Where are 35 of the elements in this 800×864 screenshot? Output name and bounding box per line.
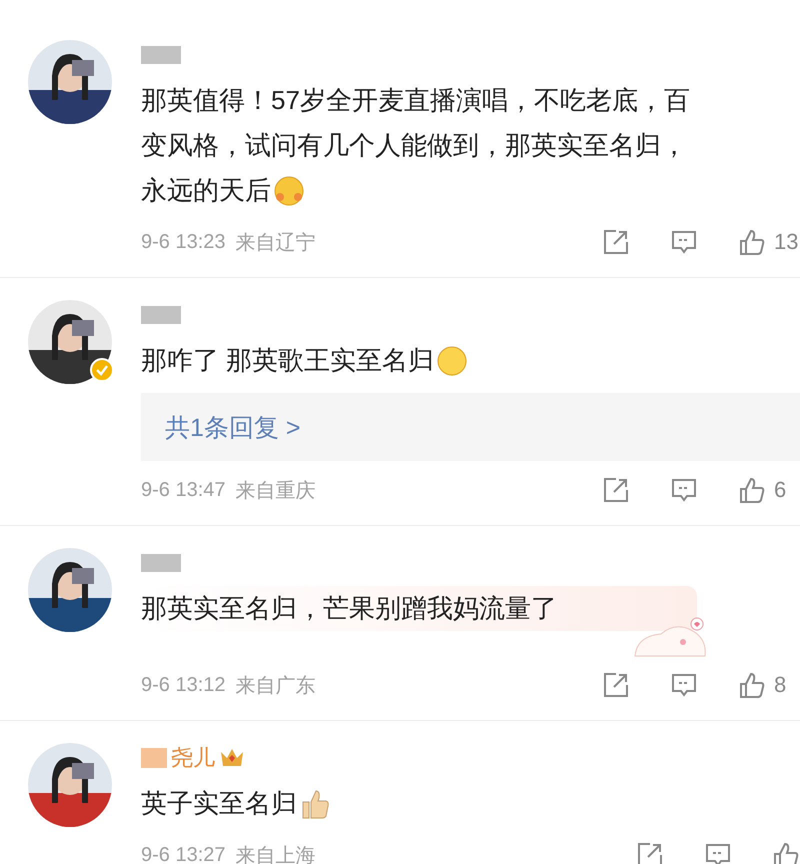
comment-time: 9-6 13:27: [141, 844, 226, 864]
comment-location: 来自辽宁: [236, 230, 316, 256]
comment-time: 9-6 13:12: [141, 674, 226, 696]
comment-icon[interactable]: [704, 841, 732, 864]
like-count: 13: [774, 229, 800, 255]
like-icon[interactable]: [772, 841, 800, 864]
comment-time: 9-6 13:47: [141, 478, 226, 502]
like-count: 6: [774, 477, 788, 503]
comment-icon[interactable]: [670, 671, 698, 699]
redaction-block: [141, 306, 181, 324]
comment-text: 永远的天后: [141, 174, 271, 207]
like-icon[interactable]: [738, 671, 766, 699]
redaction-block: [141, 46, 181, 64]
share-icon[interactable]: [602, 671, 630, 699]
username[interactable]: 尧儿: [171, 743, 215, 773]
comment-text: 英子实至名归: [141, 787, 297, 820]
like-icon[interactable]: [738, 228, 766, 256]
comment-location: 来自广东: [236, 674, 316, 698]
redaction-block: [141, 554, 181, 572]
comment-time: 9-6 13:23: [141, 230, 226, 254]
comment-location: 来自上海: [236, 844, 316, 864]
share-icon[interactable]: [636, 841, 664, 864]
reply-link[interactable]: 共1条回复 >: [141, 393, 800, 461]
comment-text: 那英实至名归，芒果别蹭我妈流量了: [141, 592, 557, 625]
redaction-block: [141, 748, 167, 768]
comment-text: 那英值得！57岁全开麦直播演唱，不吃老底，百: [141, 84, 690, 117]
comment-location: 来自重庆: [236, 478, 316, 504]
comment-icon[interactable]: [670, 476, 698, 504]
like-count: 8: [774, 672, 788, 698]
share-icon[interactable]: [602, 228, 630, 256]
like-icon[interactable]: [738, 476, 766, 504]
comment-icon[interactable]: [670, 228, 698, 256]
share-icon[interactable]: [602, 476, 630, 504]
comment-text: 变风格，试问有几个人能做到，那英实至名归，: [141, 129, 687, 162]
comment-text: 那咋了 那英歌王实至名归: [141, 344, 434, 377]
